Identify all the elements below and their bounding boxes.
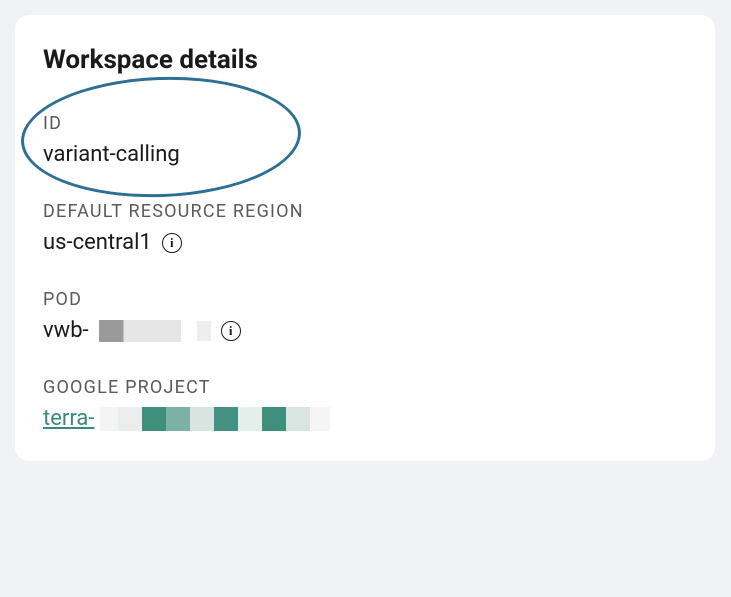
- field-id: ID variant-calling: [43, 113, 687, 167]
- redacted-block: [197, 321, 211, 341]
- region-value: us-central1: [43, 230, 687, 255]
- redacted-block: [99, 320, 181, 342]
- pod-label: POD: [43, 289, 687, 310]
- pod-prefix: vwb-: [43, 318, 89, 343]
- card-title: Workspace details: [43, 45, 687, 75]
- field-region: DEFAULT RESOURCE REGION us-central1: [43, 201, 687, 255]
- workspace-details-card: Workspace details ID variant-calling DEF…: [15, 15, 715, 461]
- id-label: ID: [43, 113, 687, 134]
- field-project: GOOGLE PROJECT terra-: [43, 377, 687, 431]
- redacted-block: [100, 407, 330, 431]
- id-value: variant-calling: [43, 142, 687, 167]
- info-icon[interactable]: [221, 321, 241, 341]
- field-pod: POD vwb-: [43, 289, 687, 343]
- project-label: GOOGLE PROJECT: [43, 377, 687, 398]
- region-value-text: us-central1: [43, 230, 152, 255]
- project-link[interactable]: terra-: [43, 406, 94, 431]
- info-icon[interactable]: [162, 233, 182, 253]
- region-label: DEFAULT RESOURCE REGION: [43, 201, 687, 222]
- project-value: terra-: [43, 406, 687, 431]
- pod-value: vwb-: [43, 318, 687, 343]
